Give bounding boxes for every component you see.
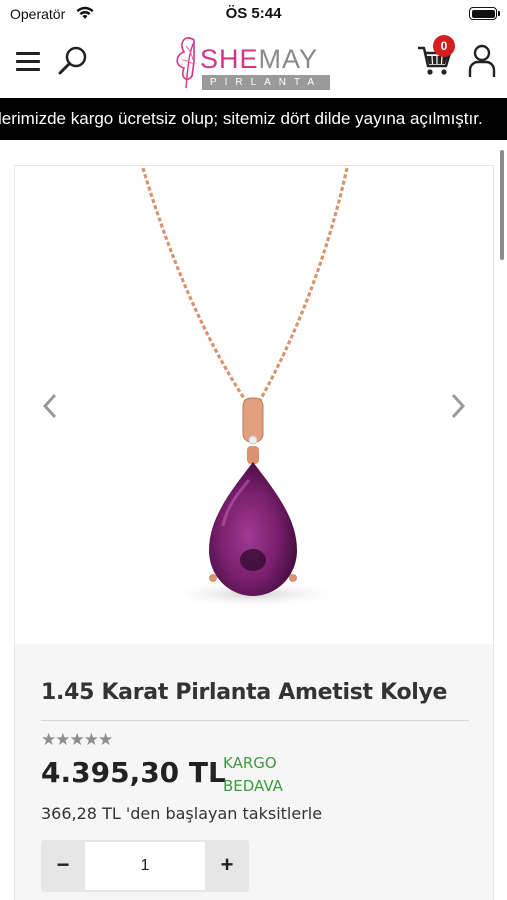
product-image-carousel[interactable] (15, 166, 493, 644)
cart-count-badge: 0 (433, 35, 455, 57)
search-icon[interactable] (56, 44, 90, 78)
quantity-input[interactable]: 1 (85, 842, 205, 890)
announcement-text: lerimizde kargo ücretsiz olup; sitemiz d… (0, 109, 483, 128)
quantity-stepper: − 1 + (41, 840, 249, 892)
announcement-bar: lerimizde kargo ücretsiz olup; sitemiz d… (0, 98, 507, 140)
brand-wordmark: SHEMAY (200, 44, 319, 74)
increase-quantity-button[interactable]: + (205, 840, 249, 892)
battery-icon (469, 7, 500, 20)
product-price: 4.395,30 TL (41, 756, 226, 789)
page-scrollbar[interactable] (500, 150, 504, 260)
divider (41, 720, 469, 721)
brand-logo[interactable]: SHEMAY PIRLANTA (172, 32, 334, 94)
free-shipping-label: KARGO BEDAVA (223, 754, 283, 795)
product-image (141, 167, 349, 608)
previous-image-button[interactable] (39, 391, 63, 421)
user-icon[interactable] (468, 44, 496, 78)
product-info: 1.45 Karat Pirlanta Ametist Kolye ★★★★★ … (15, 644, 493, 900)
installment-info: 366,28 TL 'den başlayan taksitlerle (41, 804, 323, 823)
clock: ÖS 5:44 (225, 5, 282, 22)
brand-tagline: PIRLANTA (202, 75, 330, 90)
rating-stars[interactable]: ★★★★★ (41, 730, 113, 750)
status-bar: Operatör ÖS 5:44 (0, 0, 507, 28)
product-card: 1.45 Karat Pirlanta Ametist Kolye ★★★★★ … (14, 165, 494, 900)
app-header: SHEMAY PIRLANTA 0 (0, 28, 507, 98)
product-title: 1.45 Karat Pirlanta Ametist Kolye (41, 680, 448, 705)
menu-icon[interactable] (16, 52, 40, 72)
next-image-button[interactable] (445, 391, 469, 421)
decrease-quantity-button[interactable]: − (41, 840, 85, 892)
